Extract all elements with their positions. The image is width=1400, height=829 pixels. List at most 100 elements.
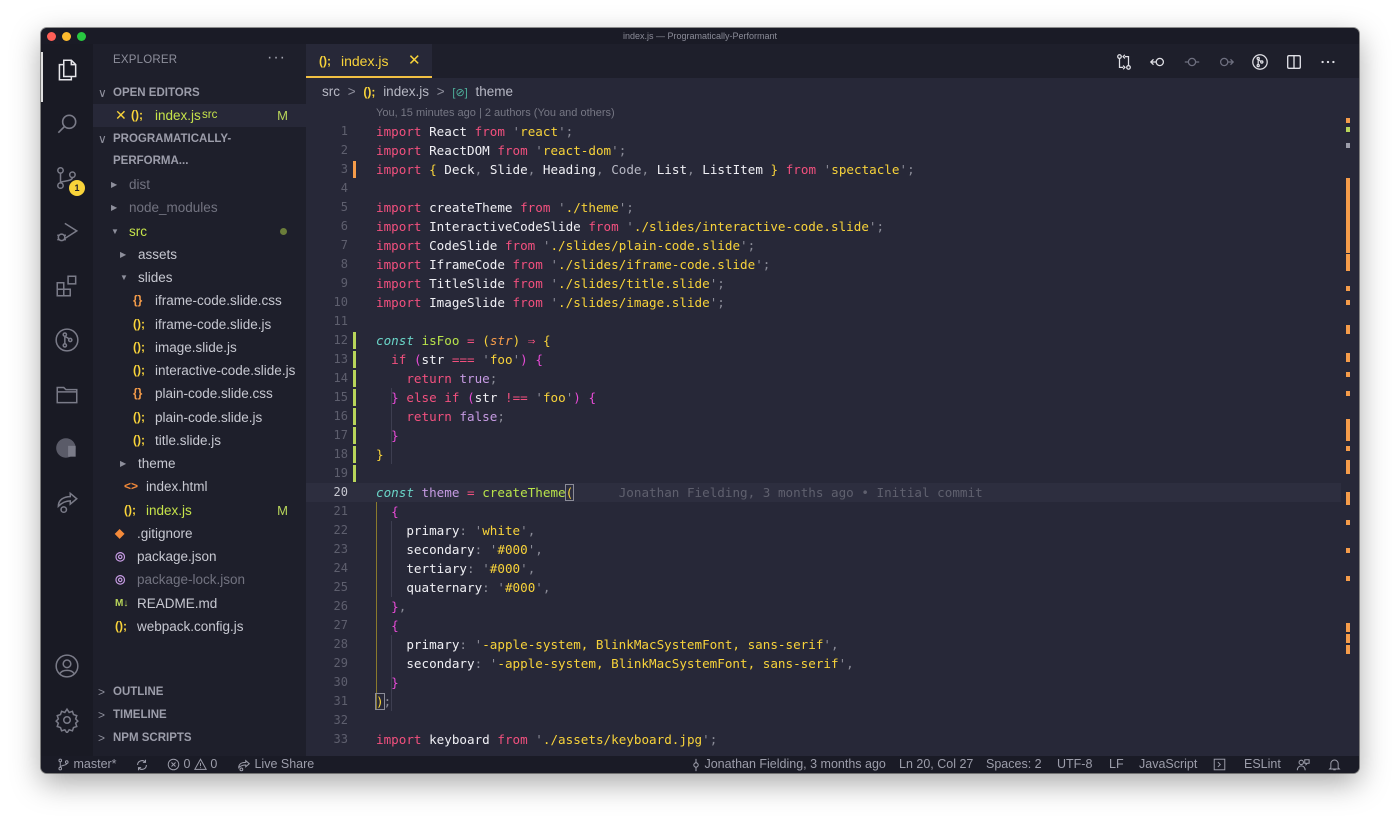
indentation-status[interactable]: Spaces: 2 bbox=[986, 756, 1042, 773]
tab-index-js[interactable]: (); index.js ✕ bbox=[306, 44, 432, 78]
tab-label: index.js bbox=[341, 53, 389, 69]
npm-scripts-header[interactable]: > NPM SCRIPTS bbox=[93, 727, 306, 749]
breadcrumb-folder[interactable]: src bbox=[322, 84, 340, 99]
tree-folder-theme[interactable]: ▶ theme bbox=[93, 452, 306, 475]
tree-folder-assets[interactable]: ▶ assets bbox=[93, 243, 306, 266]
tree-file[interactable]: {} plain-code.slide.css bbox=[93, 382, 306, 405]
close-window-button[interactable] bbox=[47, 32, 56, 41]
blame-status[interactable]: Jonathan Fielding, 3 months ago bbox=[691, 756, 886, 773]
extensions-button[interactable] bbox=[41, 266, 93, 306]
inline-blame[interactable]: Jonathan Fielding, 3 months ago • Initia… bbox=[619, 485, 983, 500]
css-file-icon: {} bbox=[133, 293, 143, 308]
ruler-mark bbox=[1346, 127, 1350, 132]
modified-gutter[interactable] bbox=[353, 161, 356, 178]
run-debug-button[interactable] bbox=[41, 212, 93, 252]
live-share-status[interactable]: Live Share bbox=[237, 756, 314, 773]
chevron-down-icon: ▼ bbox=[120, 273, 128, 282]
feedback-button[interactable] bbox=[1296, 756, 1310, 773]
ruler-mark bbox=[1346, 325, 1350, 334]
js-file-icon: (); bbox=[133, 409, 145, 424]
source-control-button[interactable]: 1 bbox=[41, 158, 93, 198]
branch-status[interactable]: master* bbox=[57, 756, 117, 773]
added-gutter[interactable] bbox=[353, 427, 356, 444]
tree-file[interactable]: (); iframe-code.slide.js bbox=[93, 313, 306, 336]
project-header[interactable]: ∨ PROGRAMATICALLY-PERFORMA... bbox=[93, 128, 306, 167]
accounts-button[interactable] bbox=[41, 646, 93, 686]
codelens-authors[interactable]: You, 15 minutes ago | 2 authors (You and… bbox=[376, 107, 615, 119]
cursor-position[interactable]: Ln 20, Col 27 bbox=[899, 756, 973, 773]
tree-item-label: dist bbox=[129, 177, 151, 192]
tree-item-label: iframe-code.slide.css bbox=[155, 293, 282, 309]
commit-details-button[interactable] bbox=[1175, 52, 1209, 72]
tree-file[interactable]: (); webpack.config.js bbox=[93, 615, 306, 638]
tree-file[interactable]: ◎ package.json bbox=[93, 545, 306, 568]
manage-button[interactable] bbox=[41, 700, 93, 740]
tree-item-label: index.js bbox=[146, 502, 192, 518]
tree-file[interactable]: (); title.slide.js bbox=[93, 429, 306, 452]
tree-file[interactable]: (); interactive-code.slide.js bbox=[93, 359, 306, 382]
previous-revision-button[interactable] bbox=[1141, 52, 1175, 72]
encoding-status[interactable]: UTF-8 bbox=[1057, 756, 1092, 773]
problems-status[interactable]: 0 0 bbox=[167, 756, 217, 773]
notifications-button[interactable] bbox=[1328, 756, 1341, 773]
breadcrumb-symbol[interactable]: theme bbox=[476, 84, 514, 99]
more-actions-button[interactable] bbox=[1311, 52, 1345, 72]
open-editors-header[interactable]: ∨ OPEN EDITORS bbox=[93, 82, 306, 104]
added-gutter[interactable] bbox=[353, 446, 356, 463]
tree-folder-slides[interactable]: ▼ slides bbox=[93, 266, 306, 289]
chevron-right-icon: ▶ bbox=[120, 249, 127, 259]
md-file-icon: M↓ bbox=[115, 597, 129, 609]
tree-file[interactable]: (); image.slide.js bbox=[93, 336, 306, 359]
added-gutter[interactable] bbox=[353, 465, 356, 482]
open-changes-button[interactable] bbox=[1107, 52, 1141, 72]
split-editor-button[interactable] bbox=[1277, 52, 1311, 72]
timeline-header[interactable]: > TIMELINE bbox=[93, 704, 306, 726]
tree-folder-src[interactable]: ▼ src bbox=[93, 220, 306, 243]
sync-button[interactable] bbox=[135, 756, 149, 773]
tree-file[interactable]: ◎ package-lock.json bbox=[93, 568, 306, 591]
terminal-button[interactable] bbox=[1213, 756, 1226, 773]
added-gutter[interactable] bbox=[353, 351, 356, 368]
minimize-window-button[interactable] bbox=[62, 32, 71, 41]
explorer-more-button[interactable]: ··· bbox=[267, 49, 286, 67]
tree-file[interactable]: M↓ README.md bbox=[93, 592, 306, 615]
explorer-button[interactable] bbox=[41, 50, 93, 90]
extensions-icon bbox=[56, 275, 77, 297]
added-gutter[interactable] bbox=[353, 389, 356, 406]
outline-header[interactable]: > OUTLINE bbox=[93, 681, 306, 703]
eslint-status[interactable]: ESLint bbox=[1244, 756, 1281, 773]
js-file-icon: (); bbox=[124, 502, 136, 517]
code-line: 4 bbox=[340, 181, 348, 195]
language-mode[interactable]: JavaScript bbox=[1139, 756, 1197, 773]
tree-file[interactable]: <> index.html bbox=[93, 475, 306, 498]
breadcrumb-file[interactable]: index.js bbox=[383, 84, 429, 99]
remote-explorer-button[interactable] bbox=[41, 428, 93, 468]
next-revision-button[interactable] bbox=[1209, 52, 1243, 72]
open-editor-item[interactable]: ✕ (); index.js src M bbox=[93, 104, 306, 127]
close-icon[interactable]: ✕ bbox=[408, 51, 421, 69]
close-icon[interactable]: ✕ bbox=[115, 104, 127, 127]
live-share-button[interactable] bbox=[41, 482, 93, 522]
code-editor[interactable]: 1 import React from 'react'; 2 import Reac… bbox=[306, 122, 1341, 749]
tree-file[interactable]: ◆ .gitignore bbox=[93, 522, 306, 545]
tree-file[interactable]: (); index.js M bbox=[93, 499, 306, 522]
added-gutter[interactable] bbox=[353, 408, 356, 425]
tree-folder-node_modules[interactable]: ▶ node_modules bbox=[93, 196, 306, 219]
project-manager-button[interactable] bbox=[41, 374, 93, 414]
ruler-mark bbox=[1346, 300, 1350, 305]
ruler-mark bbox=[1346, 520, 1350, 525]
added-gutter[interactable] bbox=[353, 370, 356, 387]
terminal-icon bbox=[1213, 758, 1226, 771]
search-button[interactable] bbox=[41, 104, 93, 144]
editor-actions bbox=[1107, 52, 1345, 72]
gitlens-inspect-button[interactable] bbox=[1243, 52, 1277, 72]
tree-file[interactable]: (); plain-code.slide.js bbox=[93, 406, 306, 429]
eol-status[interactable]: LF bbox=[1109, 756, 1124, 773]
tree-file[interactable]: {} iframe-code.slide.css bbox=[93, 289, 306, 312]
chevron-right-icon: > bbox=[98, 685, 106, 699]
gitlens-button[interactable] bbox=[41, 320, 93, 360]
tree-folder-dist[interactable]: ▶ dist bbox=[93, 173, 306, 196]
added-gutter[interactable] bbox=[353, 332, 356, 349]
overview-ruler[interactable] bbox=[1341, 78, 1359, 756]
maximize-window-button[interactable] bbox=[77, 32, 86, 41]
